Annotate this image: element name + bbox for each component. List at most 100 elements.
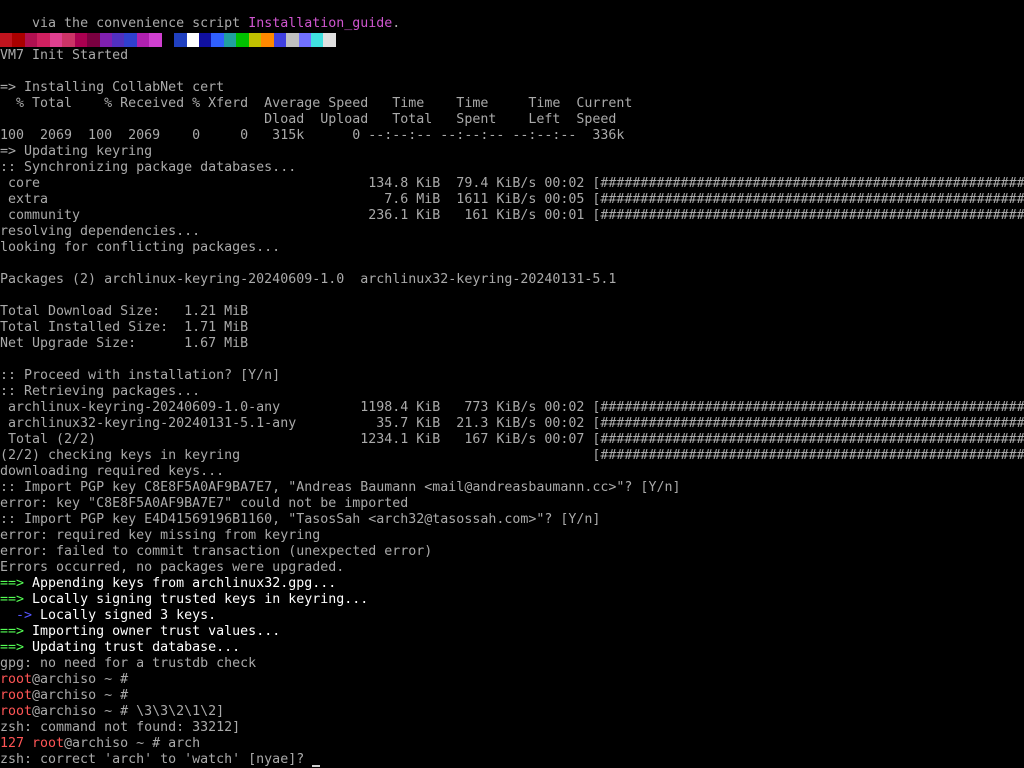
- color-swatch: [273, 33, 287, 47]
- line-text: error: required key missing from keyring: [0, 528, 321, 543]
- terminal-line: community 236.1 KiB 161 KiB/s 00:01 [###…: [0, 208, 1024, 224]
- color-swatch: [223, 33, 237, 47]
- convenience-suffix-text: .: [392, 16, 401, 31]
- line-text: downloading required keys...: [0, 464, 225, 479]
- color-swatch: [111, 33, 125, 47]
- terminal-line: downloading required keys...: [0, 464, 224, 480]
- line-text: gpg: no need for a trustdb check: [0, 656, 257, 671]
- line-prefix: 127 root: [0, 736, 65, 751]
- terminal-line: :: Synchronizing package databases...: [0, 160, 296, 176]
- color-swatch: [37, 33, 50, 47]
- color-swatch: [149, 33, 162, 47]
- line-text: archlinux32-keyring-20240131-5.1-any 35.…: [0, 416, 1024, 431]
- terminal-line: :: Import PGP key C8E8F5A0AF9BA7E7, "And…: [0, 480, 680, 496]
- line-text: :: Proceed with installation? [Y/n]: [0, 368, 281, 383]
- terminal-line: Dload Upload Total Spent Left Speed: [0, 112, 616, 128]
- color-swatch: [74, 33, 88, 47]
- terminal-line: => Installing CollabNet cert: [0, 80, 224, 96]
- color-swatch: [62, 33, 75, 47]
- color-swatch: [236, 33, 249, 47]
- terminal-line: archlinux-keyring-20240609-1.0-any 1198.…: [0, 400, 1024, 416]
- terminal-line: ==> Importing owner trust values...: [0, 624, 280, 640]
- line-text: => Updating keyring: [0, 144, 153, 159]
- line-prefix: ==>: [0, 592, 25, 607]
- terminal-line: error: key "C8E8F5A0AF9BA7E7" could not …: [0, 496, 408, 512]
- color-swatch: [323, 33, 336, 47]
- terminal-line: -> Locally signed 3 keys.: [0, 608, 216, 624]
- line-text: @archiso ~ # \3\3\2\1\2]: [32, 704, 225, 719]
- line-text: 100 2069 100 2069 0 0 315k 0 --:--:-- --…: [0, 128, 625, 143]
- line-prefix: root: [0, 688, 33, 703]
- line-text: (2/2) checking keys in keyring [########…: [0, 448, 1024, 463]
- terminal-line: Total (2/2) 1234.1 KiB 167 KiB/s 00:07 […: [0, 432, 1024, 448]
- terminal-line: core 134.8 KiB 79.4 KiB/s 00:02 [#######…: [0, 176, 1024, 192]
- line-text: core 134.8 KiB 79.4 KiB/s 00:02 [#######…: [0, 176, 1024, 191]
- terminal-line: :: Retrieving packages...: [0, 384, 200, 400]
- line-text: Appending keys from archlinux32.gpg...: [24, 576, 337, 591]
- color-swatch: [161, 33, 175, 47]
- line-text: Total (2/2) 1234.1 KiB 167 KiB/s 00:07 […: [0, 432, 1024, 447]
- terminal-line: :: Proceed with installation? [Y/n]: [0, 368, 280, 384]
- terminal-line: zsh: correct 'arch' to 'watch' [nyae]?: [0, 752, 321, 768]
- line-text: archlinux-keyring-20240609-1.0-any 1198.…: [0, 400, 1024, 415]
- line-prefix: ==>: [0, 576, 25, 591]
- color-swatch: [0, 33, 13, 47]
- line-text: :: Import PGP key E4D41569196B1160, "Tas…: [0, 512, 601, 527]
- terminal-line: Total Installed Size: 1.71 MiB: [0, 320, 248, 336]
- line-text: error: key "C8E8F5A0AF9BA7E7" could not …: [0, 496, 409, 511]
- terminal-line: resolving dependencies...: [0, 224, 200, 240]
- installation-guide-link[interactable]: Installation_guide: [248, 16, 392, 31]
- line-text: zsh: command not found: 33212]: [0, 720, 241, 735]
- terminal-line: 100 2069 100 2069 0 0 315k 0 --:--:-- --…: [0, 128, 624, 144]
- terminal-line: zsh: command not found: 33212]: [0, 720, 240, 736]
- terminal-line: :: Import PGP key E4D41569196B1160, "Tas…: [0, 512, 600, 528]
- terminal-line: ==> Updating trust database...: [0, 640, 240, 656]
- line-text: Total Installed Size: 1.71 MiB: [0, 320, 249, 335]
- terminal-line: root@archiso ~ #: [0, 688, 128, 704]
- color-swatch: [87, 33, 100, 47]
- line-text: looking for conflicting packages...: [0, 240, 281, 255]
- line-text: @archiso ~ #: [32, 672, 129, 687]
- line-text: VM7 Init Started: [0, 48, 129, 63]
- color-swatch: [286, 33, 299, 47]
- color-swatch: [136, 33, 150, 47]
- terminal-screen[interactable]: via the convenience script Installation_…: [0, 0, 1024, 768]
- terminal-line: VM7 Init Started: [0, 48, 128, 64]
- terminal-line: (2/2) checking keys in keyring [########…: [0, 448, 1024, 464]
- terminal-line: error: required key missing from keyring: [0, 528, 320, 544]
- line-text: Errors occurred, no packages were upgrad…: [0, 560, 345, 575]
- line-text: Net Upgrade Size: 1.67 MiB: [0, 336, 249, 351]
- color-swatch: [261, 33, 274, 47]
- line-text: community 236.1 KiB 161 KiB/s 00:01 [###…: [0, 208, 1024, 223]
- line-text: extra 7.6 MiB 1611 KiB/s 00:05 [########…: [0, 192, 1024, 207]
- line-text: @archiso ~ #: [32, 688, 129, 703]
- line-text: Packages (2) archlinux-keyring-20240609-…: [0, 272, 617, 287]
- line-text: :: Synchronizing package databases...: [0, 160, 297, 175]
- terminal-line: root@archiso ~ # \3\3\2\1\2]: [0, 704, 224, 720]
- line-text: resolving dependencies...: [0, 224, 201, 239]
- convenience-prefix-text: via the convenience script: [32, 16, 249, 31]
- terminal-line: archlinux32-keyring-20240131-5.1-any 35.…: [0, 416, 1024, 432]
- line-text: => Installing CollabNet cert: [0, 80, 225, 95]
- terminal-line: error: failed to commit transaction (une…: [0, 544, 432, 560]
- line-text: Importing owner trust values...: [24, 624, 281, 639]
- line-prefix: ==>: [0, 640, 25, 655]
- color-swatch: [298, 33, 311, 47]
- color-swatch: [211, 33, 224, 47]
- line-text: @archiso ~ # arch: [64, 736, 201, 751]
- terminal-line: root@archiso ~ #: [0, 672, 128, 688]
- line-text: :: Retrieving packages...: [0, 384, 201, 399]
- color-swatch: [174, 33, 187, 47]
- terminal-line: ==> Locally signing trusted keys in keyr…: [0, 592, 368, 608]
- color-swatch: [99, 33, 112, 47]
- line-text: Locally signing trusted keys in keyring.…: [24, 592, 369, 607]
- terminal-line: ==> Appending keys from archlinux32.gpg.…: [0, 576, 336, 592]
- line-prefix: root: [0, 704, 33, 719]
- line-text: error: failed to commit transaction (une…: [0, 544, 433, 559]
- terminal-line: => Updating keyring: [0, 144, 152, 160]
- line-text: % Total % Received % Xferd Average Speed…: [0, 96, 633, 111]
- terminal-line: Total Download Size: 1.21 MiB: [0, 304, 248, 320]
- text-cursor[interactable]: [312, 765, 321, 767]
- color-swatch: [49, 33, 63, 47]
- convenience-script-line: via the convenience script Installation_…: [0, 0, 400, 31]
